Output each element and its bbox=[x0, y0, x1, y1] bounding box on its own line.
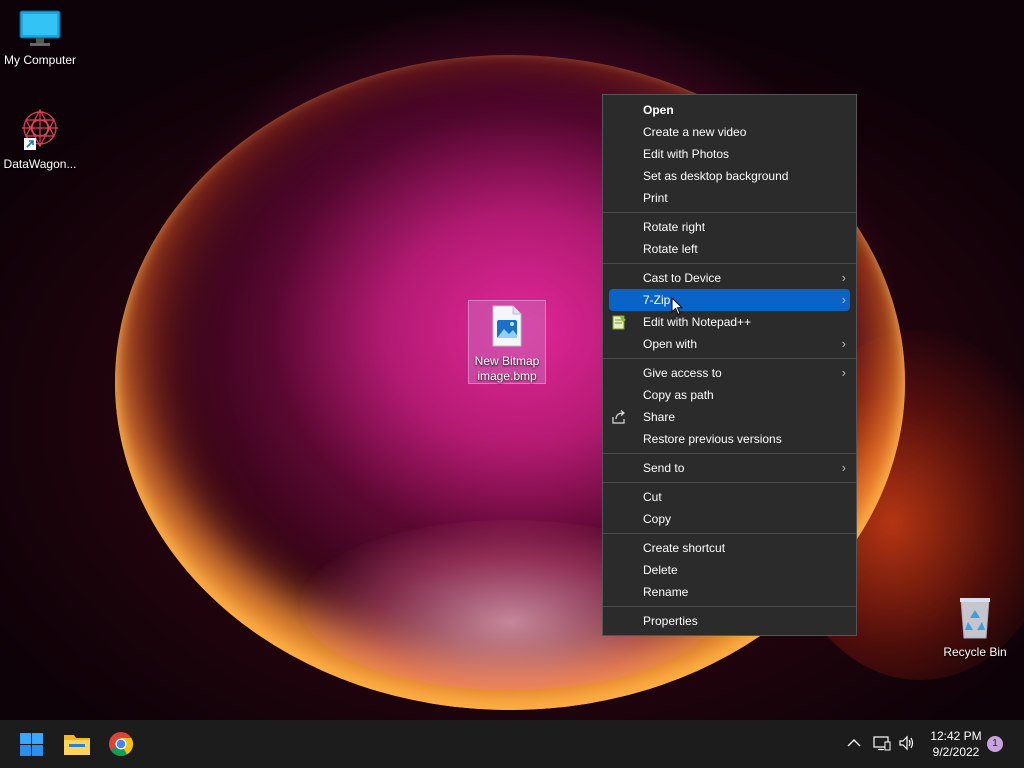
datawagon-label: DataWagon... bbox=[3, 157, 77, 171]
menu-item-delete[interactable]: Delete bbox=[609, 559, 850, 581]
menu-item-rename[interactable]: Rename bbox=[609, 581, 850, 603]
menu-separator bbox=[603, 358, 856, 359]
menu-separator bbox=[603, 533, 856, 534]
windows-start-icon[interactable] bbox=[19, 732, 44, 757]
menu-item-label: Set as desktop background bbox=[643, 169, 789, 183]
desktop-icon-new-bitmap[interactable]: New Bitmap image.bmp bbox=[468, 300, 546, 384]
context-menu: Open Create a new video Edit with Photos… bbox=[602, 94, 857, 636]
menu-item-label: Open with bbox=[643, 337, 698, 351]
menu-item-cut[interactable]: Cut bbox=[609, 486, 850, 508]
menu-item-label: Cut bbox=[643, 490, 662, 504]
menu-item-cast-to-device[interactable]: Cast to Device › bbox=[609, 267, 850, 289]
menu-item-label: Print bbox=[643, 191, 668, 205]
taskbar: 12:42 PM 9/2/2022 bbox=[0, 720, 1024, 768]
file-explorer-icon[interactable] bbox=[63, 731, 91, 757]
menu-item-print[interactable]: Print bbox=[609, 187, 850, 209]
menu-item-open-with[interactable]: Open with › bbox=[609, 333, 850, 355]
notification-badge[interactable]: 1 bbox=[987, 736, 1003, 752]
chevron-right-icon: › bbox=[841, 336, 846, 351]
bitmap-file-icon bbox=[492, 305, 522, 347]
menu-item-rotate-right[interactable]: Rotate right bbox=[609, 216, 850, 238]
menu-item-copy[interactable]: Copy bbox=[609, 508, 850, 530]
menu-separator bbox=[603, 482, 856, 483]
menu-item-7-zip[interactable]: 7-Zip › bbox=[609, 289, 850, 311]
clock-time: 12:42 PM bbox=[930, 729, 982, 743]
clock-date: 9/2/2022 bbox=[932, 745, 980, 759]
mouse-cursor-icon bbox=[671, 297, 683, 316]
menu-item-label: Create a new video bbox=[643, 125, 747, 139]
menu-item-label: Open bbox=[643, 103, 674, 117]
menu-item-label: Edit with Photos bbox=[643, 147, 730, 161]
menu-item-label: 7-Zip bbox=[643, 293, 671, 307]
menu-item-label: Rotate right bbox=[643, 220, 706, 234]
menu-item-label: Give access to bbox=[643, 366, 722, 380]
menu-item-restore-previous-versions[interactable]: Restore previous versions bbox=[609, 428, 850, 450]
notepadpp-icon bbox=[612, 315, 626, 330]
menu-item-create-shortcut[interactable]: Create shortcut bbox=[609, 537, 850, 559]
menu-item-create-new-video[interactable]: Create a new video bbox=[609, 121, 850, 143]
menu-separator bbox=[603, 263, 856, 264]
datawagon-shortcut-icon bbox=[22, 108, 58, 150]
chevron-right-icon: › bbox=[841, 460, 846, 475]
desktop-icon-datawagon[interactable]: DataWagon... bbox=[0, 106, 80, 172]
chrome-icon[interactable] bbox=[108, 731, 134, 757]
menu-item-label: Properties bbox=[643, 614, 698, 628]
desktop-icon-recycle-bin[interactable]: Recycle Bin bbox=[935, 596, 1015, 660]
menu-separator bbox=[603, 453, 856, 454]
menu-item-label: Copy bbox=[643, 512, 672, 526]
my-computer-label: My Computer bbox=[3, 53, 77, 67]
menu-item-label: Send to bbox=[643, 461, 685, 475]
menu-item-set-desktop-background[interactable]: Set as desktop background bbox=[609, 165, 850, 187]
monitor-icon bbox=[19, 10, 61, 46]
chevron-right-icon: › bbox=[841, 270, 846, 285]
menu-item-give-access-to[interactable]: Give access to › bbox=[609, 362, 850, 384]
menu-separator bbox=[603, 606, 856, 607]
menu-item-label: Edit with Notepad++ bbox=[643, 315, 752, 329]
menu-item-label: Delete bbox=[643, 563, 678, 577]
menu-item-rotate-left[interactable]: Rotate left bbox=[609, 238, 850, 260]
recycle-bin-icon bbox=[960, 598, 990, 639]
menu-item-label: Create shortcut bbox=[643, 541, 726, 555]
clock[interactable]: 12:42 PM 9/2/2022 bbox=[924, 728, 988, 760]
menu-item-label: Copy as path bbox=[643, 388, 714, 402]
menu-item-edit-with-notepadpp[interactable]: Edit with Notepad++ bbox=[609, 311, 850, 333]
menu-separator bbox=[603, 212, 856, 213]
menu-item-edit-with-photos[interactable]: Edit with Photos bbox=[609, 143, 850, 165]
menu-item-label: Rotate left bbox=[643, 242, 698, 256]
desktop-icon-my-computer[interactable]: My Computer bbox=[0, 8, 80, 68]
menu-item-properties[interactable]: Properties bbox=[609, 610, 850, 632]
network-icon[interactable] bbox=[873, 735, 891, 751]
volume-icon[interactable] bbox=[898, 735, 916, 751]
menu-item-label: Cast to Device bbox=[643, 271, 722, 285]
chevron-up-icon[interactable] bbox=[847, 738, 861, 748]
menu-item-share[interactable]: Share bbox=[609, 406, 850, 428]
bitmap-label: New Bitmap image.bmp bbox=[474, 354, 540, 383]
share-icon bbox=[612, 410, 625, 424]
menu-item-label: Restore previous versions bbox=[643, 432, 782, 446]
chevron-right-icon: › bbox=[841, 365, 846, 380]
chevron-right-icon: › bbox=[841, 292, 846, 307]
menu-item-label: Share bbox=[643, 410, 676, 424]
menu-item-label: Rename bbox=[643, 585, 689, 599]
menu-item-send-to[interactable]: Send to › bbox=[609, 457, 850, 479]
menu-item-open[interactable]: Open bbox=[609, 99, 850, 121]
menu-item-copy-as-path[interactable]: Copy as path bbox=[609, 384, 850, 406]
recycle-bin-label: Recycle Bin bbox=[943, 645, 1007, 659]
